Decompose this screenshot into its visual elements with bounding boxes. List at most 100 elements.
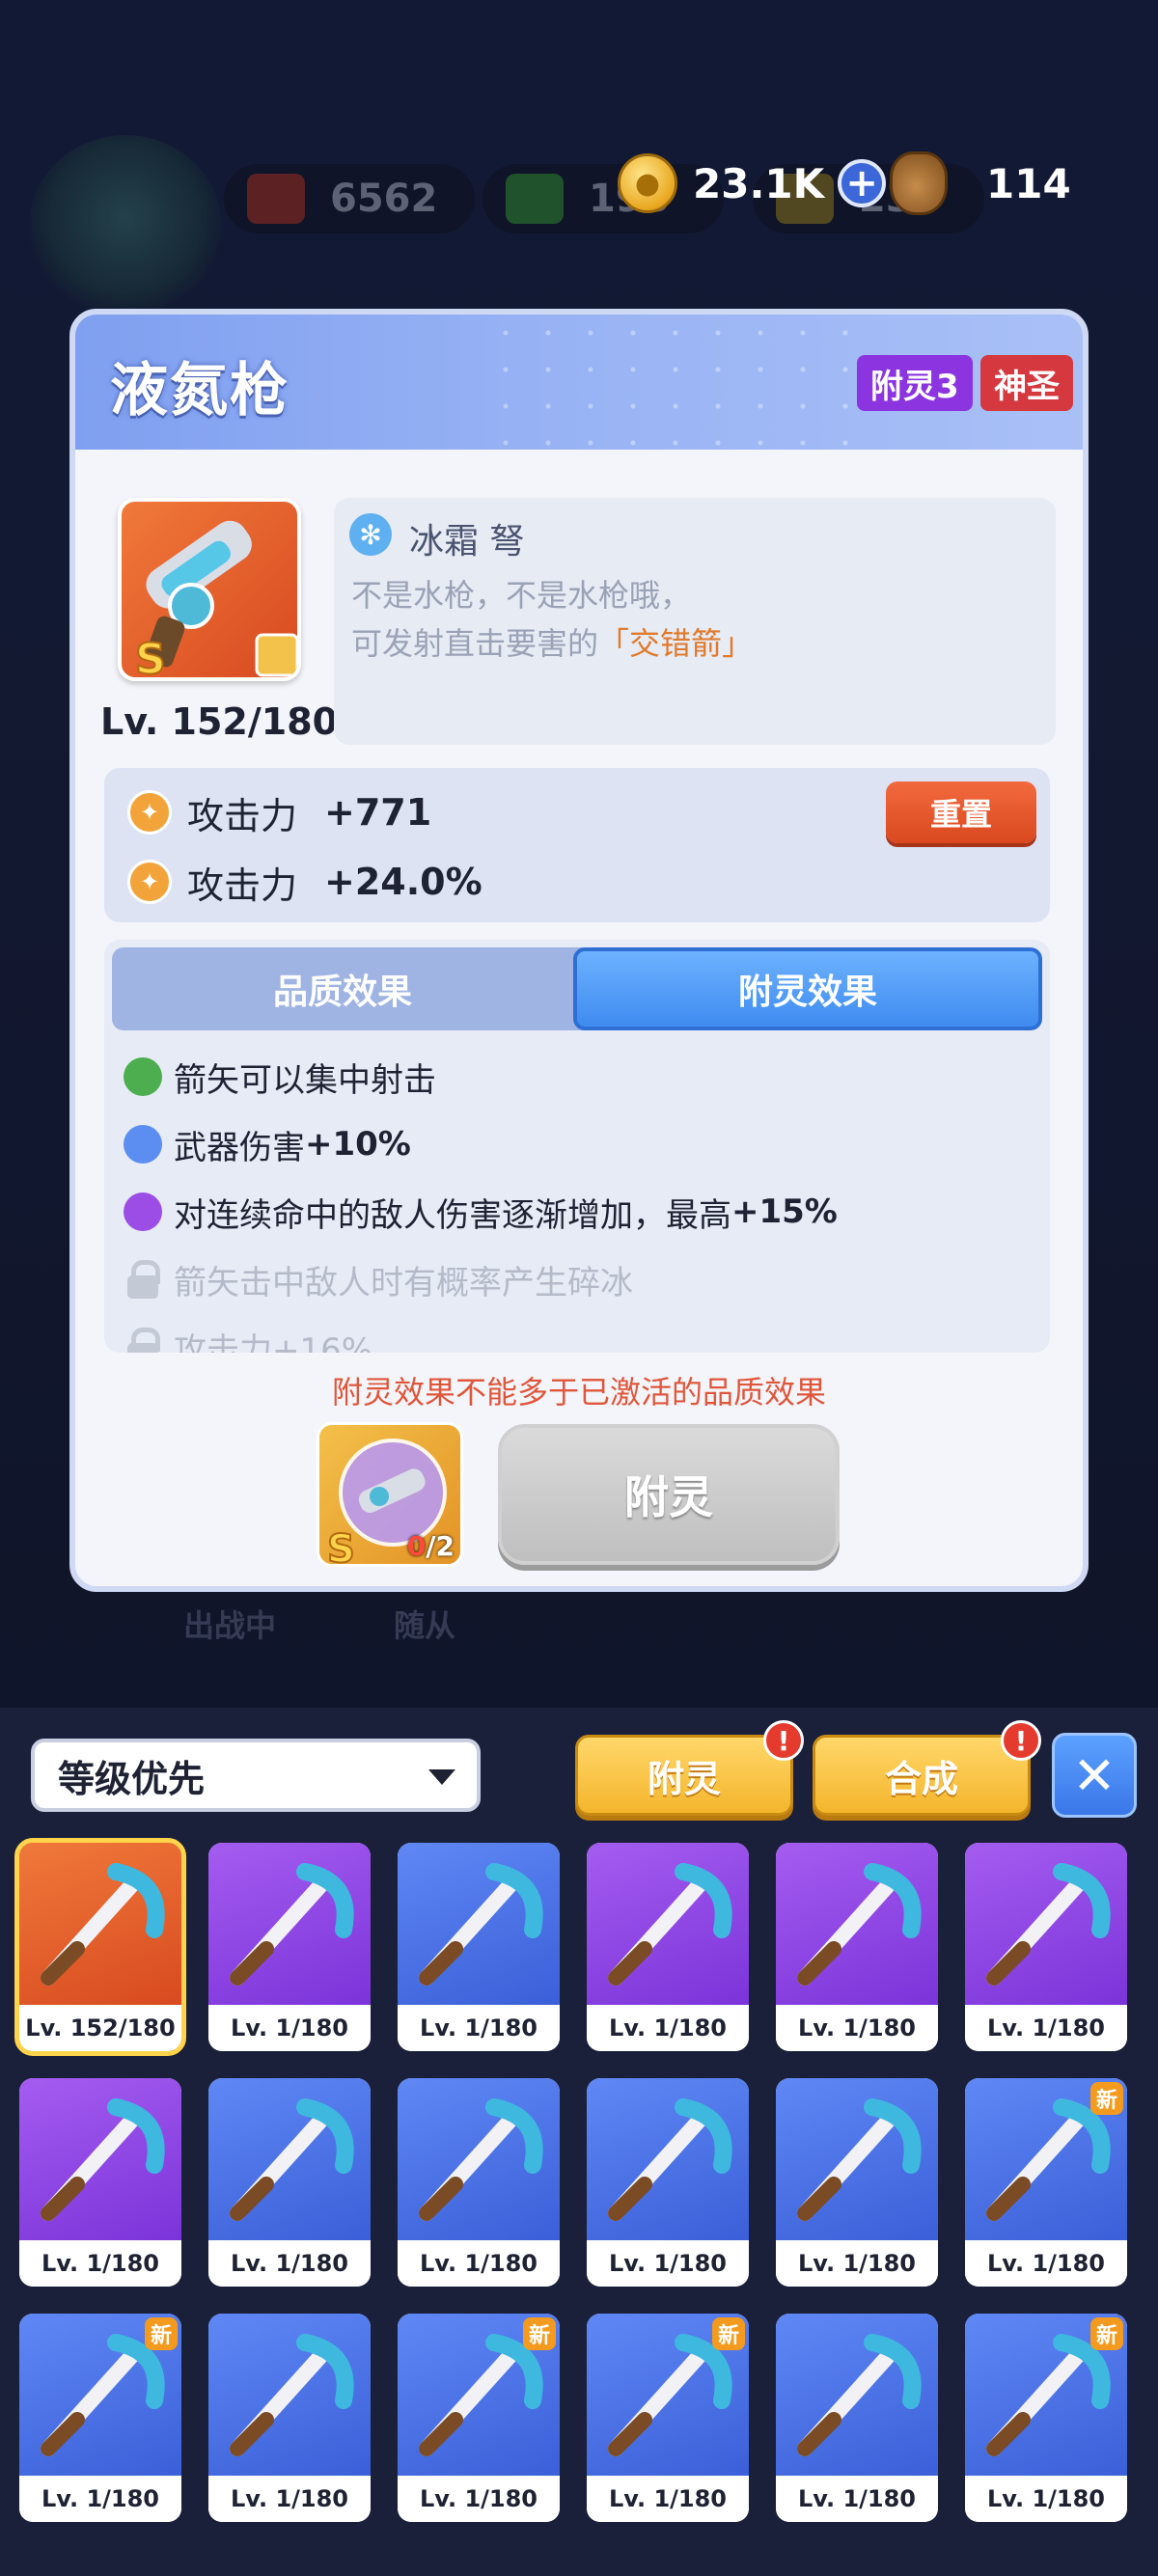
weapon-card[interactable]: Lv. 1/180 [965,1843,1127,2051]
weapon-card[interactable]: Lv. 1/180 [398,2078,560,2287]
green-dot-icon [124,1057,162,1096]
effect-row: 箭矢可以集中射击 [124,1050,436,1104]
modal-header: 液氮枪 附灵3 神圣 [75,315,1083,450]
stat-row-attack-percent: ✦ 攻击力 +24.0% [127,855,482,909]
sort-dropdown[interactable]: 等级优先 [31,1739,481,1812]
weapon-card-level: Lv. 1/180 [776,2476,938,2522]
new-badge: 新 [144,2317,178,2350]
enchant-material-slot[interactable]: S 0/2 [317,1422,463,1567]
enchant-confirm-button[interactable]: 附灵 [498,1424,840,1565]
weapon-type: 冰霜 弩 [409,522,525,562]
blue-dot-icon [124,1125,162,1164]
weapon-description: ✻ 冰霜 弩 不是水枪，不是水枪哦， 可发射直击要害的「交错箭」 [334,498,1056,745]
weapon-card[interactable]: Lv. 1/180 [208,2078,371,2287]
svg-text:S: S [135,635,166,681]
weapon-card[interactable]: 新 Lv. 1/180 [965,2314,1127,2522]
weapon-card-level: Lv. 1/180 [587,2005,749,2051]
weapon-card[interactable]: Lv. 1/180 [776,2078,938,2287]
weapon-card-level: Lv. 1/180 [208,2476,371,2522]
coin-counter: ● 23.1K + [618,145,887,222]
fox-weapon-icon [208,2314,371,2476]
dragon-weapon-icon [776,2314,938,2476]
lock-icon [127,1260,160,1299]
weapon-card-level: Lv. 1/180 [398,2476,560,2522]
effect-row-locked: 攻击力+16% [124,1320,372,1353]
effect-row: 对连续命中的敌人伤害逐渐增加，最高 +15% [124,1185,838,1239]
weapon-card[interactable]: Lv. 1/180 [19,2078,181,2287]
tab-enchant-effects[interactable]: 附灵效果 [573,947,1042,1030]
weapon-card[interactable]: 新 Lv. 1/180 [587,2314,749,2522]
purple-dot-icon [124,1192,162,1231]
desc-line-1: 不是水枪，不是水枪哦， [351,577,692,614]
weapon-card-level: Lv. 1/180 [208,2005,371,2051]
enchant-warning: 附灵效果不能多于已激活的品质效果 [331,1374,826,1411]
enchant-material-count: 0/2 [406,1530,455,1562]
weapon-card-level: Lv. 1/180 [398,2240,560,2287]
weapon-card[interactable]: 新 Lv. 1/180 [398,2314,560,2522]
effect-tabs: 品质效果 附灵效果 [112,947,1042,1030]
tab-quality-effects[interactable]: 品质效果 [112,947,573,1030]
alert-badge: ! [763,1720,804,1761]
weapon-card[interactable]: 新 Lv. 1/180 [965,2078,1127,2287]
weapon-card[interactable]: Lv. 1/180 [208,2314,371,2522]
weapon-card-level: Lv. 1/180 [965,2005,1127,2051]
weapon-card-level: Lv. 1/180 [398,2005,560,2051]
pick-weapon-icon [19,2078,181,2240]
weapon-grid: Lv. 152/180 Lv. 1/180 Lv. 1/180 Lv. 1/180 Lv… [14,1838,1139,2522]
reset-button[interactable]: 重置 [886,781,1036,843]
inventory-panel: 等级优先 附灵 ! 合成 ! ✕ Lv. 152/180 Lv. 1/180 Lv.… [0,1708,1158,2576]
pick-weapon-icon [965,1843,1127,2005]
weapon-card-level: Lv. 152/180 [19,2005,181,2051]
lock-icon [127,1328,160,1353]
gold-coin-icon: ● [618,153,677,213]
effect-row: 武器伤害 +10% [124,1117,411,1171]
weapon-card-level: Lv. 1/180 [776,2240,938,2287]
stats-panel: ✦ 攻击力 +771 ✦ 攻击力 +24.0% 重置 [104,768,1050,922]
trident-weapon-icon [398,2078,560,2240]
craft-button[interactable]: 合成 ! [813,1720,1041,1816]
weapon-level: Lv. 152/180 [100,700,339,743]
new-badge: 新 [1089,2082,1123,2115]
bag-counter: 114 [890,145,1071,222]
svg-text:S: S [327,1527,355,1567]
axe-weapon-icon [398,1843,560,2005]
enchant-button[interactable]: 附灵 ! [575,1720,804,1816]
weapon-card-level: Lv. 1/180 [587,2476,749,2522]
weapon-card[interactable]: Lv. 1/180 [398,1843,560,2051]
chainsaw-weapon-icon [208,1843,371,2005]
weapon-card[interactable]: Lv. 1/180 [587,2078,749,2287]
new-badge: 新 [522,2317,556,2350]
new-badge: 新 [1089,2317,1123,2350]
ice-gun-icon: S [134,520,297,681]
add-coins-button[interactable]: + [838,159,887,207]
new-badge: 新 [711,2317,745,2350]
money-bag-icon [890,151,948,215]
weapon-title: 液氮枪 [110,357,290,425]
close-button[interactable]: ✕ [1052,1733,1137,1818]
weapon-card[interactable]: Lv. 1/180 [587,1843,749,2051]
chevron-down-icon [428,1769,455,1785]
dragon-weapon-icon [776,1843,938,2005]
close-icon: ✕ [1072,1744,1117,1806]
weapon-card[interactable]: 新 Lv. 1/180 [19,2314,181,2522]
weapon-card-level: Lv. 1/180 [965,2476,1127,2522]
weapon-card-level: Lv. 1/180 [19,2240,181,2287]
axe-weapon-icon [776,2078,938,2240]
weapon-card-level: Lv. 1/180 [19,2476,181,2522]
attack-icon: ✦ [127,790,172,835]
weapon-card[interactable]: Lv. 152/180 [14,1838,186,2056]
weapon-card-level: Lv. 1/180 [965,2240,1127,2287]
effects-panel: 品质效果 附灵效果 箭矢可以集中射击 武器伤害 +10% 对连续命中的敌人伤害逐渐… [104,940,1050,1353]
weapon-card[interactable]: Lv. 1/180 [776,2314,938,2522]
enchant-level-tag: 附灵3 [857,355,973,411]
weapon-card[interactable]: Lv. 1/180 [776,1843,938,2051]
weapon-card-level: Lv. 1/180 [208,2240,371,2287]
weapon-card[interactable]: Lv. 1/180 [208,1843,371,2051]
quality-tag: 神圣 [980,355,1073,411]
sword-weapon-icon [208,2078,371,2240]
alert-badge: ! [1001,1720,1041,1761]
desc-line-2: 可发射直击要害的「交错箭」 [351,625,754,662]
weapon-portrait: S [118,498,301,681]
stat-row-attack-flat: ✦ 攻击力 +771 [127,785,431,839]
effect-row-locked: 箭矢击中敌人时有概率产生碎冰 [124,1252,633,1306]
